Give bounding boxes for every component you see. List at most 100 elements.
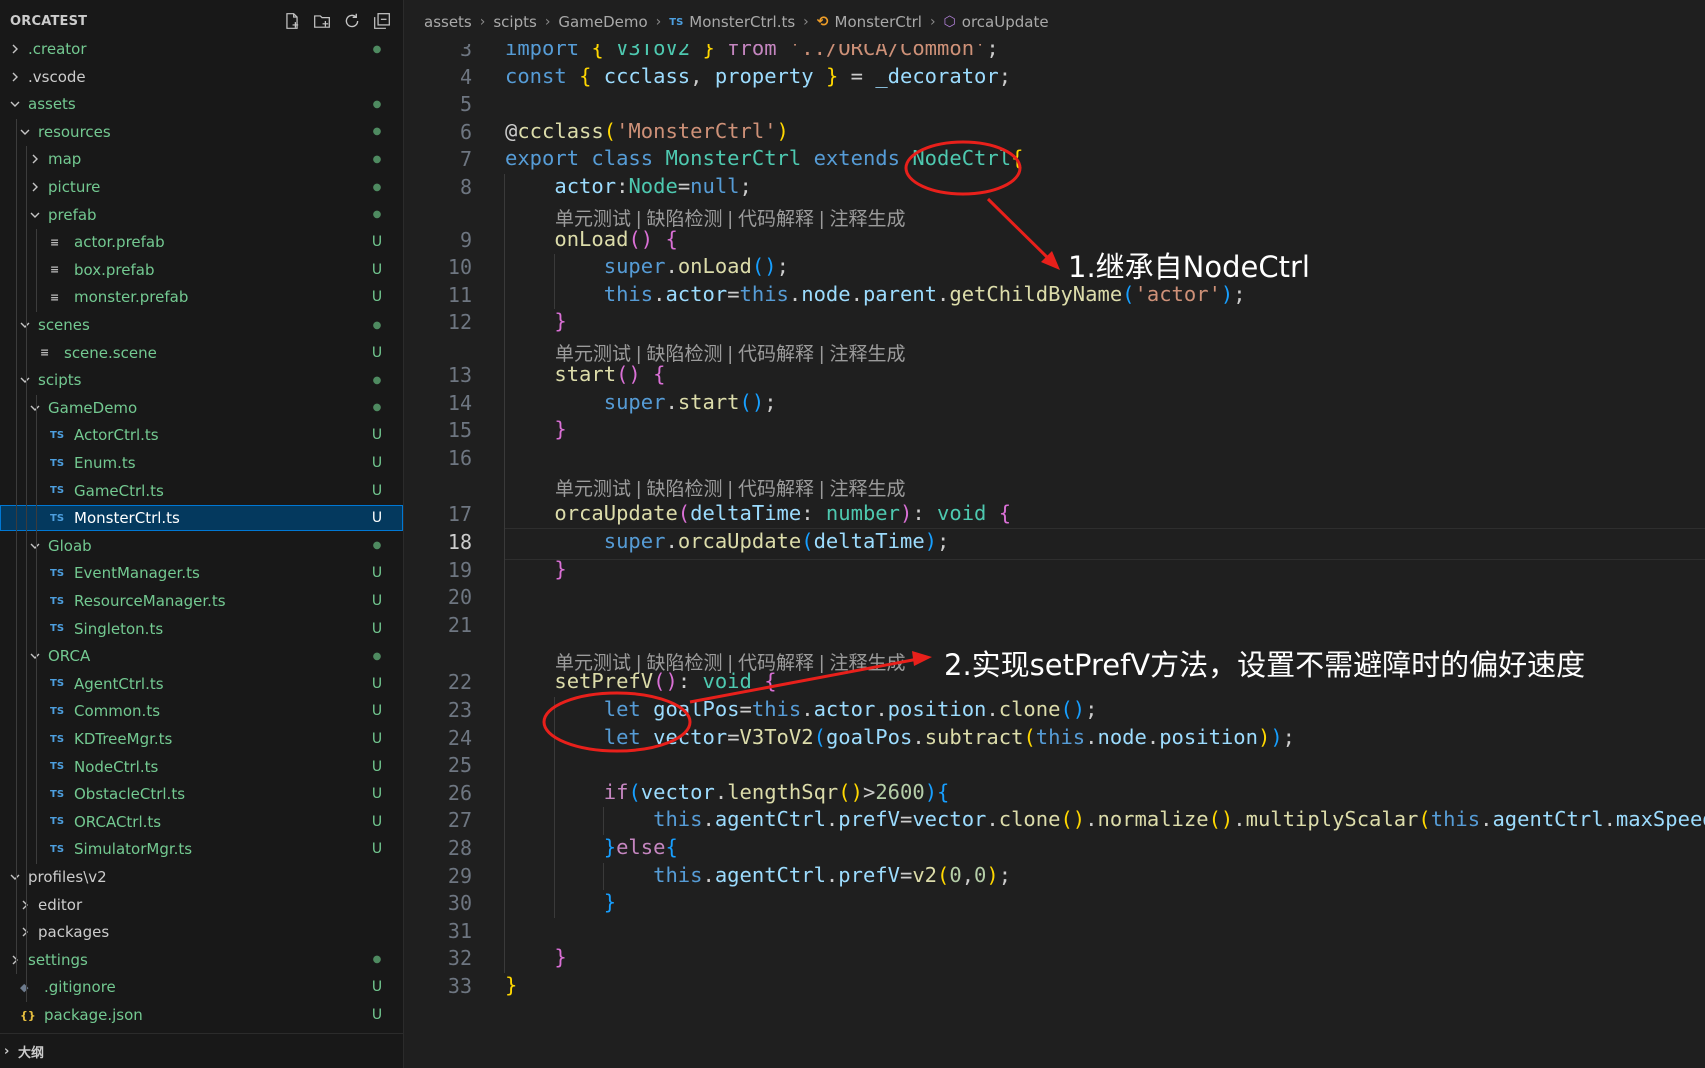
breadcrumb-item[interactable]: MonsterCtrl.ts — [689, 13, 795, 31]
tree-file[interactable]: TS EventManager.ts U — [0, 560, 403, 586]
tree-file[interactable]: TS AgentCtrl.ts U — [0, 671, 403, 697]
tree-folder[interactable]: assets ● — [0, 91, 403, 117]
code-line[interactable]: super.orcaUpdate(deltaTime); — [505, 529, 950, 553]
code-line[interactable]: const { ccclass, property } = _decorator… — [505, 64, 1011, 88]
tree-file[interactable]: ≡ scene.scene U — [0, 340, 403, 366]
line-number: 24 — [447, 725, 472, 750]
code-line[interactable]: start() { — [505, 362, 665, 386]
chevron-down-icon[interactable] — [28, 402, 42, 414]
chevron-down-icon[interactable] — [28, 209, 42, 221]
code-token: this — [1430, 807, 1481, 832]
tree-file[interactable]: ≡ monster.prefab U — [0, 284, 403, 310]
tree-file[interactable]: TS Enum.ts U — [0, 450, 403, 476]
tree-file[interactable]: {} package.json U — [0, 1002, 403, 1028]
tree-folder[interactable]: scipts ● — [0, 367, 403, 393]
code-line[interactable]: @ccclass('MonsterCtrl') — [505, 119, 789, 143]
tree-folder[interactable]: Gloab ● — [0, 533, 403, 559]
chevron-down-icon[interactable] — [18, 374, 32, 386]
chevron-down-icon[interactable] — [8, 871, 22, 883]
code-line[interactable]: } — [505, 973, 517, 997]
code-line[interactable]: if(vector.lengthSqr()>2600){ — [505, 780, 950, 804]
tree-folder[interactable]: picture ● — [0, 174, 403, 200]
code-line[interactable]: orcaUpdate(deltaTime: number): void { — [505, 501, 1011, 525]
outline-section[interactable]: › 大纲 — [0, 1033, 403, 1068]
chevron-down-icon[interactable] — [28, 650, 42, 662]
tree-file[interactable]: ≡ actor.prefab U — [0, 229, 403, 255]
tree-file[interactable]: TS ActorCtrl.ts U — [0, 422, 403, 448]
code-token: null — [690, 174, 740, 198]
tree-folder[interactable]: map ● — [0, 146, 403, 172]
chevron-right-icon[interactable] — [18, 899, 32, 911]
tree-file[interactable]: TS ORCACtrl.ts U — [0, 809, 403, 835]
tree-file[interactable]: TS KDTreeMgr.ts U — [0, 726, 403, 752]
tree-file[interactable]: TS SimulatorMgr.ts U — [0, 836, 403, 862]
code-line[interactable]: } — [505, 309, 566, 333]
code-line[interactable]: super.start(); — [505, 390, 777, 414]
tree-folder[interactable]: resources ● — [0, 119, 403, 145]
tree-file[interactable]: ≡ box.prefab U — [0, 257, 403, 283]
code-line[interactable]: }else{ — [505, 835, 678, 859]
code-line[interactable]: export class MonsterCtrl extends NodeCtr… — [505, 146, 1023, 170]
code-line[interactable]: actor:Node=null; — [505, 174, 752, 198]
codelens-actions[interactable]: 单元测试 | 缺陷检测 | 代码解释 | 注释生成 — [555, 474, 905, 501]
line-number: 7 — [459, 147, 472, 172]
git-untracked-badge: U — [371, 344, 383, 361]
chevron-right-icon[interactable] — [8, 43, 22, 55]
chevron-right-icon[interactable] — [28, 181, 42, 193]
tree-folder[interactable]: settings ● — [0, 947, 403, 973]
breadcrumb-item[interactable]: orcaUpdate — [962, 13, 1049, 31]
code-line[interactable]: let goalPos=this.actor.position.clone(); — [505, 697, 1098, 721]
new-file-icon[interactable] — [283, 12, 301, 30]
code-line[interactable]: } — [505, 890, 616, 914]
tree-folder[interactable]: .creator ● — [0, 36, 403, 62]
code-line[interactable]: } — [505, 557, 566, 581]
refresh-icon[interactable] — [343, 12, 361, 30]
tree-file[interactable]: TS GameCtrl.ts U — [0, 478, 403, 504]
tree-folder[interactable]: ORCA ● — [0, 643, 403, 669]
breadcrumb-item[interactable]: MonsterCtrl — [835, 13, 922, 31]
code-line[interactable]: setPrefV(): void { — [505, 669, 776, 693]
git-untracked-badge: U — [371, 786, 383, 803]
tree-file[interactable]: TS ResourceManager.ts U — [0, 588, 403, 614]
tree-file[interactable]: TS MonsterCtrl.ts U — [0, 505, 403, 532]
breadcrumb-item[interactable]: assets — [424, 13, 472, 31]
tree-folder[interactable]: GameDemo ● — [0, 395, 403, 421]
git-untracked-badge: U — [371, 731, 383, 747]
tree-file[interactable]: TS Common.ts U — [0, 698, 403, 724]
tree-file[interactable]: TS ObstacleCtrl.ts U — [0, 781, 403, 807]
code-line[interactable]: } — [505, 945, 566, 969]
tree-file[interactable]: TS Singleton.ts U — [0, 616, 403, 642]
chevron-down-icon[interactable] — [18, 319, 32, 331]
code-token: : — [616, 174, 629, 198]
tree-folder[interactable]: scenes ● — [0, 312, 403, 338]
chevron-right-icon[interactable] — [18, 926, 32, 938]
code-line[interactable]: } — [505, 417, 566, 441]
collapse-icon[interactable] — [373, 12, 391, 30]
tree-folder[interactable]: .vscode — [0, 64, 403, 90]
code-line[interactable]: super.onLoad(); — [505, 254, 789, 278]
code-area[interactable]: 3 import { V3ToV2 } from '../ORCA/Common'… — [404, 0, 1705, 1068]
breadcrumb-item[interactable]: GameDemo — [558, 13, 647, 31]
typescript-file-icon: TS — [50, 623, 65, 635]
code-line[interactable]: onLoad() { — [505, 227, 677, 251]
tree-file[interactable]: ◆ .gitignore U — [0, 974, 403, 1000]
chevron-right-icon[interactable] — [8, 71, 22, 83]
breadcrumb-item[interactable]: scipts — [493, 13, 536, 31]
tree-folder[interactable]: prefab ● — [0, 202, 403, 228]
new-folder-icon[interactable] — [313, 12, 331, 30]
code-line[interactable]: let vector=V3ToV2(goalPos.subtract(this.… — [505, 725, 1295, 749]
chevron-right-icon[interactable] — [8, 954, 22, 966]
chevron-down-icon[interactable] — [18, 126, 32, 138]
code-line[interactable]: this.agentCtrl.prefV=v2(0,0); — [505, 863, 1011, 887]
tree-folder[interactable]: packages — [0, 919, 403, 945]
tree-file[interactable]: TS NodeCtrl.ts U — [0, 754, 403, 780]
tree-folder[interactable]: editor — [0, 892, 403, 918]
tree-folder[interactable]: profiles\v2 — [0, 864, 403, 890]
chevron-right-icon[interactable] — [28, 153, 42, 165]
git-status-dot: ● — [372, 374, 382, 386]
line-number: 23 — [447, 698, 472, 722]
chevron-down-icon[interactable] — [8, 98, 22, 110]
code-line[interactable]: this.agentCtrl.prefV=vector.clone().norm… — [505, 807, 1705, 831]
chevron-down-icon[interactable] — [28, 540, 42, 552]
